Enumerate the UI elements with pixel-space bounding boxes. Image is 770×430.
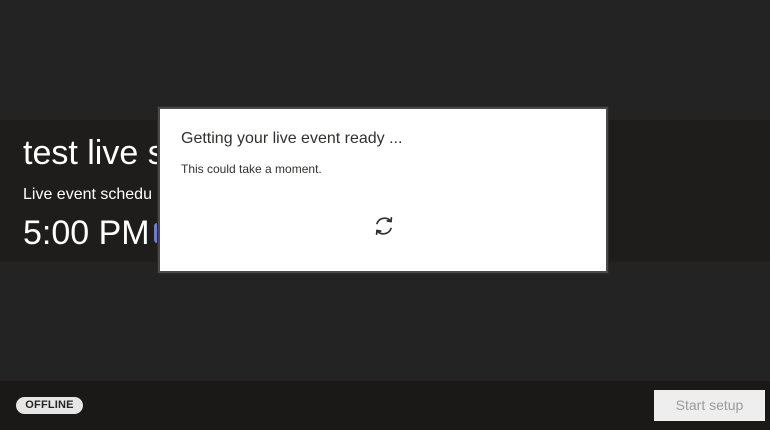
event-title: test live s	[23, 134, 165, 172]
schedule-time: 5:00 PM	[23, 214, 150, 252]
dialog-message: This could take a moment.	[181, 162, 322, 176]
start-setup-button[interactable]: Start setup	[654, 390, 765, 421]
loading-dialog: Getting your live event ready ... This c…	[158, 107, 608, 273]
status-badge: OFFLINE	[16, 397, 83, 414]
schedule-label: Live event schedu	[23, 186, 152, 203]
refresh-spinner-icon	[375, 216, 393, 236]
live-event-page: test live s Live event schedu 5:00 PM OF…	[0, 0, 770, 430]
dialog-title: Getting your live event ready ...	[181, 130, 403, 147]
